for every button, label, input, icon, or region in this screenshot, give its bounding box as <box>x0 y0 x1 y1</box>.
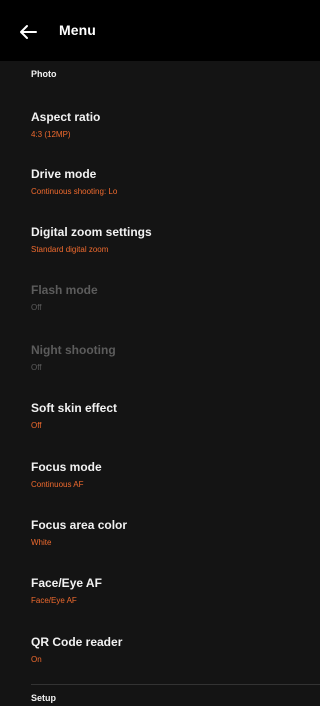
setting-label: Soft skin effect <box>31 401 118 415</box>
setting-aspect-ratio[interactable]: Aspect ratio 4:3 (12MP) <box>31 110 301 154</box>
setting-value: Standard digital zoom <box>31 245 109 254</box>
setting-label: Aspect ratio <box>31 110 101 124</box>
setting-value: Off <box>31 303 42 312</box>
setting-focus-area-color[interactable]: Focus area color White <box>31 518 301 562</box>
setting-label: Face/Eye AF <box>31 576 102 590</box>
setting-label: Focus area color <box>31 518 128 532</box>
setting-value: 4:3 (12MP) <box>31 130 71 139</box>
setting-label: Night shooting <box>31 343 116 357</box>
setting-value: Off <box>31 421 42 430</box>
setting-face-eye-af[interactable]: Face/Eye AF Face/Eye AF <box>31 576 301 620</box>
setting-drive-mode[interactable]: Drive mode Continuous shooting: Lo <box>31 167 301 211</box>
arrow-left-icon <box>20 25 37 39</box>
setting-label: Digital zoom settings <box>31 225 152 239</box>
setting-flash-mode: Flash mode Off <box>31 283 301 327</box>
setting-value: Continuous AF <box>31 480 84 489</box>
setting-label: QR Code reader <box>31 635 123 649</box>
setting-night-shooting: Night shooting Off <box>31 343 301 387</box>
setting-soft-skin-effect[interactable]: Soft skin effect Off <box>31 401 301 445</box>
setting-digital-zoom[interactable]: Digital zoom settings Standard digital z… <box>31 225 301 269</box>
setting-value: White <box>31 538 52 547</box>
section-header-setup: Setup <box>31 693 57 703</box>
setting-label: Focus mode <box>31 460 102 474</box>
setting-label: Flash mode <box>31 283 98 297</box>
setting-value: Face/Eye AF <box>31 596 77 605</box>
section-header-photo: Photo <box>31 69 57 79</box>
page-title: Menu <box>59 22 96 38</box>
top-app-bar: Menu <box>0 0 320 61</box>
section-divider <box>31 684 320 685</box>
setting-value: Off <box>31 363 42 372</box>
setting-focus-mode[interactable]: Focus mode Continuous AF <box>31 460 301 504</box>
setting-value: On <box>31 655 42 664</box>
camera-menu-screen: Menu Photo Aspect ratio 4:3 (12MP) Drive… <box>0 0 320 706</box>
setting-qr-code-reader[interactable]: QR Code reader On <box>31 635 301 679</box>
setting-value: Continuous shooting: Lo <box>31 187 118 196</box>
back-button[interactable] <box>16 20 40 44</box>
setting-label: Drive mode <box>31 167 97 181</box>
